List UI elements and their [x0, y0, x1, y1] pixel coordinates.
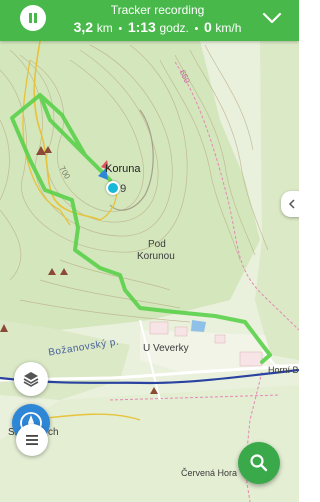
speed-value: 0 [203, 19, 212, 35]
building-area [149, 321, 169, 335]
current-location-dot [106, 181, 120, 195]
time-unit: godz. [159, 21, 189, 35]
side-panel-handle[interactable] [281, 191, 299, 217]
map-label-cervena-hora: Červená Hora [181, 468, 238, 478]
layers-button[interactable] [14, 362, 48, 396]
chevron-left-icon [288, 199, 295, 209]
menu-icon [26, 435, 38, 445]
speed-unit: km/h [215, 21, 242, 35]
distance-value: 3,2 [73, 19, 94, 35]
stats-separator: • [118, 23, 123, 35]
map-label-horni: Horní B [268, 365, 299, 375]
search-icon [250, 454, 268, 472]
pause-icon [29, 13, 37, 23]
building-area [214, 334, 226, 344]
chevron-down-icon[interactable] [261, 7, 283, 29]
time-value: 1:13 [127, 19, 156, 35]
map-label-koruna: Koruna [105, 163, 141, 175]
pause-button[interactable] [20, 5, 46, 31]
tracker-title: Tracker recording [110, 3, 205, 17]
map-label-pod: Pod [148, 239, 166, 250]
layers-icon [23, 372, 39, 387]
tracker-stats: 3,2 km • 1:13 godz. • 0 km/h [60, 19, 255, 37]
building-area [239, 351, 263, 367]
map-label-korunou: Korunou [137, 251, 175, 262]
stats-separator: • [194, 23, 199, 35]
tracker-bar[interactable]: Tracker recording 3,2 km • 1:13 godz. • … [0, 0, 299, 41]
menu-button[interactable] [16, 424, 48, 456]
pond [191, 320, 206, 332]
building-area [174, 326, 188, 337]
search-button[interactable] [238, 442, 280, 484]
distance-unit: km [96, 21, 113, 35]
map-label-u-veverky: U Veverky [143, 343, 189, 354]
map-label-ch: ch [48, 427, 59, 438]
map-screen: Koruna 69 Pod Korunou Božanovský p. U Ve… [0, 0, 299, 502]
